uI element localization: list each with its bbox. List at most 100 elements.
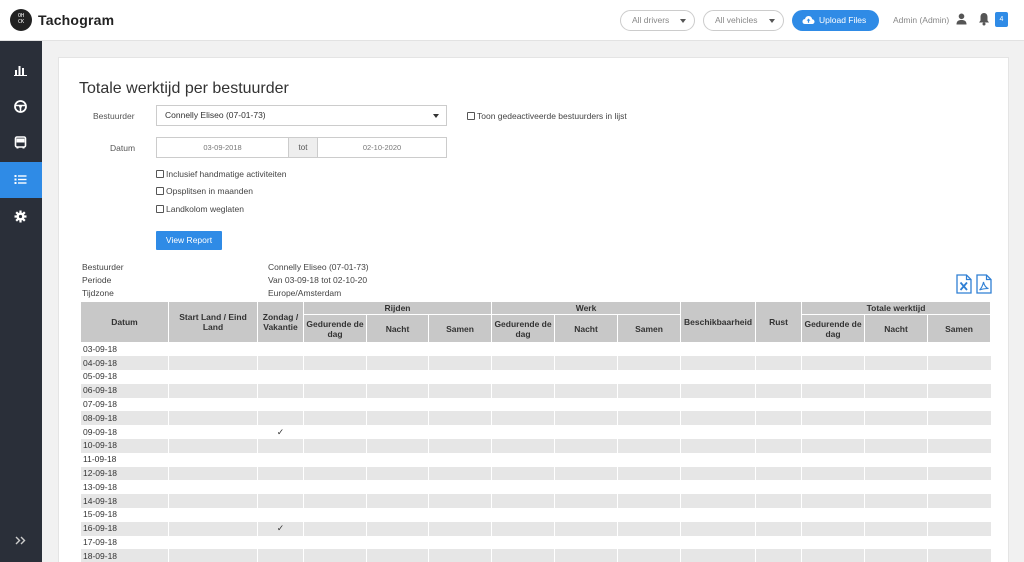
- cell-date: 09-09-18: [80, 425, 169, 440]
- cell-empty: [617, 411, 681, 426]
- group-header-totale-werktijd: Totale werktijd: [801, 301, 992, 315]
- cell-empty: [680, 370, 756, 384]
- sidebar-collapse-button[interactable]: [0, 523, 42, 559]
- cell-empty: [617, 535, 681, 550]
- cell-empty: [168, 452, 258, 467]
- show-deactivated-checkbox[interactable]: Toon gedeactiveerde bestuurders in lijst: [467, 111, 627, 122]
- cell-sunday-holiday: [257, 342, 304, 357]
- cell-empty: [554, 356, 618, 371]
- bus-icon: [14, 136, 27, 149]
- cell-empty: [554, 549, 618, 562]
- cell-sunday-holiday: [257, 356, 304, 371]
- cell-empty: [427, 452, 492, 467]
- cell-empty: [864, 383, 928, 398]
- sidebar-item-settings[interactable]: [0, 199, 42, 235]
- split-months-checkbox[interactable]: Opsplitsen in maanden: [156, 186, 253, 197]
- logo-icon[interactable]: OH CK: [10, 9, 32, 31]
- cell-empty: [864, 439, 928, 453]
- col-header-rijden-samen[interactable]: Samen: [427, 314, 493, 343]
- drivers-filter-dropdown[interactable]: All drivers: [620, 10, 695, 31]
- pdf-export-icon[interactable]: [976, 274, 992, 294]
- info-timezone-value: Europe/Amsterdam: [268, 288, 342, 298]
- cell-empty: [617, 342, 681, 357]
- table-row: 15-09-18: [80, 508, 991, 522]
- col-header-start-land[interactable]: Start Land / Eind Land: [168, 301, 258, 343]
- col-header-rijden-gedurende[interactable]: Gedurende de dag: [303, 314, 367, 343]
- include-manual-checkbox[interactable]: Inclusief handmatige activiteiten: [156, 169, 287, 180]
- date-to-input[interactable]: 02-10-2020: [317, 137, 447, 158]
- cell-empty: [303, 411, 367, 426]
- col-header-werk-nacht[interactable]: Nacht: [554, 314, 619, 343]
- cell-empty: [801, 521, 865, 536]
- checkbox-box[interactable]: [156, 187, 164, 195]
- table-row: 11-09-18: [80, 452, 991, 467]
- cell-empty: [864, 425, 928, 440]
- col-header-zondag[interactable]: Zondag / Vakantie: [257, 301, 304, 343]
- cell-empty: [554, 466, 618, 481]
- col-header-totaal-nacht[interactable]: Nacht: [864, 314, 929, 343]
- cell-empty: [366, 397, 429, 412]
- cell-date: 14-09-18: [80, 494, 169, 509]
- date-from-input[interactable]: 03-09-2018: [156, 137, 289, 158]
- checkbox-box[interactable]: [467, 112, 475, 120]
- cell-empty: [801, 480, 865, 495]
- checkbox-box[interactable]: [156, 205, 164, 213]
- info-driver-value: Connelly Eliseo (07-01-73): [268, 262, 369, 272]
- col-header-totaal-gedurende[interactable]: Gedurende de dag: [801, 314, 866, 343]
- excel-export-icon[interactable]: [956, 274, 972, 294]
- cell-empty: [801, 411, 865, 426]
- sidebar-item-drivers[interactable]: [0, 89, 42, 125]
- cell-date: 15-09-18: [80, 508, 169, 522]
- cell-empty: [491, 521, 555, 536]
- bell-icon[interactable]: [978, 12, 990, 26]
- col-header-beschikbaarheid[interactable]: Beschikbaarheid: [680, 301, 757, 343]
- caret-down-icon: [680, 19, 686, 23]
- cell-empty: [864, 494, 928, 509]
- checkbox-box[interactable]: [156, 170, 164, 178]
- col-header-rijden-nacht[interactable]: Nacht: [366, 314, 429, 343]
- cell-empty: [554, 425, 618, 440]
- vehicles-filter-dropdown[interactable]: All vehicles: [703, 10, 784, 31]
- view-report-button[interactable]: View Report: [156, 231, 222, 250]
- cell-empty: [303, 452, 367, 467]
- cloud-upload-icon: [802, 16, 815, 24]
- cell-empty: [491, 356, 555, 371]
- cell-sunday-holiday: [257, 480, 304, 495]
- col-header-totaal-samen[interactable]: Samen: [927, 314, 992, 343]
- omit-country-checkbox[interactable]: Landkolom weglaten: [156, 204, 244, 215]
- cell-empty: [366, 411, 429, 426]
- cell-empty: [617, 370, 681, 384]
- sidebar-item-dashboard[interactable]: [0, 52, 42, 88]
- upload-files-button[interactable]: Upload Files: [792, 10, 879, 31]
- cell-empty: [680, 356, 756, 371]
- cell-empty: [755, 383, 802, 398]
- table-row: 13-09-18: [80, 480, 991, 495]
- cell-empty: [168, 411, 258, 426]
- user-name[interactable]: Admin (Admin): [893, 15, 949, 25]
- driver-select[interactable]: Connelly Eliseo (07-01-73): [156, 105, 447, 126]
- cell-empty: [366, 439, 429, 453]
- cell-empty: [927, 439, 991, 453]
- cell-empty: [755, 356, 802, 371]
- cell-sunday-holiday: ✓: [257, 521, 304, 536]
- cell-empty: [366, 356, 429, 371]
- col-header-werk-gedurende[interactable]: Gedurende de dag: [491, 314, 556, 343]
- col-header-datum[interactable]: Datum: [80, 301, 169, 343]
- table-row: 17-09-18: [80, 535, 991, 550]
- notification-badge[interactable]: 4: [995, 12, 1008, 27]
- cell-empty: [617, 480, 681, 495]
- cell-empty: [617, 425, 681, 440]
- col-header-rust[interactable]: Rust: [755, 301, 803, 343]
- sidebar-item-vehicles[interactable]: [0, 125, 42, 161]
- cell-empty: [680, 521, 756, 536]
- brand-name[interactable]: Tachogram: [38, 12, 114, 28]
- cell-date: 03-09-18: [80, 342, 169, 357]
- cell-sunday-holiday: [257, 439, 304, 453]
- sidebar-item-reports[interactable]: [0, 162, 42, 198]
- user-icon[interactable]: [956, 13, 967, 25]
- cell-empty: [755, 480, 802, 495]
- cell-date: 13-09-18: [80, 480, 169, 495]
- cell-empty: [755, 397, 802, 412]
- col-header-werk-samen[interactable]: Samen: [617, 314, 682, 343]
- table-row: 12-09-18: [80, 466, 991, 481]
